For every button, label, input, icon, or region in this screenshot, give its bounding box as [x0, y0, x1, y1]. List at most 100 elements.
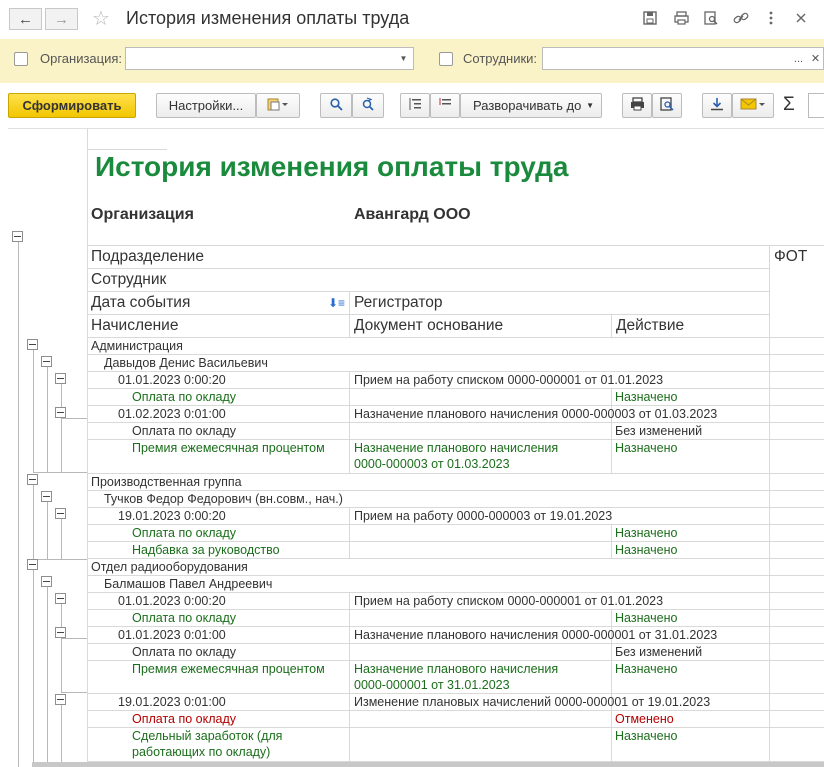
- list-item: Оплата по окладу: [132, 645, 237, 659]
- chevron-down-icon: ▼: [586, 101, 594, 110]
- header-fot: ФОТ: [774, 248, 808, 265]
- search-button[interactable]: [320, 93, 352, 118]
- organization-label: Организация:: [40, 51, 123, 66]
- collapse-toggle[interactable]: [41, 491, 52, 502]
- list-item: 01.01.2023 0:00:20: [118, 373, 226, 387]
- search-icon: [329, 97, 343, 114]
- list-item: Оплата по окладу: [132, 526, 237, 540]
- expand-groups-icon: [408, 97, 422, 114]
- settings-button[interactable]: Настройки...: [156, 93, 256, 118]
- employees-clear-button[interactable]: ✕: [808, 47, 824, 70]
- employees-select-button[interactable]: ...: [789, 47, 809, 70]
- collapse-toggle[interactable]: [41, 356, 52, 367]
- report-spreadsheet[interactable]: История изменения оплаты труда Организац…: [8, 128, 824, 767]
- arrow-left-icon: ←: [18, 10, 33, 28]
- header-department: Подразделение: [91, 248, 204, 265]
- list-item: Без изменений: [615, 645, 703, 659]
- organization-checkbox[interactable]: [14, 52, 28, 66]
- chevron-down-icon: ▼: [399, 54, 408, 63]
- list-item: Производственная группа: [91, 475, 242, 489]
- list-item: Давыдов Денис Васильевич: [104, 356, 268, 370]
- search-next-button[interactable]: [352, 93, 384, 118]
- gutter-border: [87, 129, 88, 767]
- preview-icon[interactable]: [702, 9, 720, 27]
- list-item: 0000-000001 от 31.01.2023: [354, 678, 510, 692]
- horizontal-scrollbar[interactable]: [32, 762, 824, 767]
- collapse-toggle[interactable]: [55, 593, 66, 604]
- header-action: Действие: [616, 317, 685, 334]
- sum-field[interactable]: [808, 93, 824, 118]
- list-item: Премия ежемесячная процентом: [132, 441, 325, 455]
- list-item: работающих по окладу): [132, 745, 271, 759]
- report-toolbar: Сформировать Настройки... Разворачивать …: [0, 88, 824, 124]
- link-icon[interactable]: [732, 9, 750, 27]
- download-icon: [710, 97, 724, 114]
- list-item: Назначено: [615, 526, 678, 540]
- sum-icon[interactable]: Σ: [783, 94, 795, 116]
- print-preview-button[interactable]: [652, 93, 682, 118]
- send-email-button[interactable]: [732, 93, 774, 118]
- list-item: Назначено: [615, 729, 678, 743]
- print-icon[interactable]: [672, 9, 690, 27]
- window-title: История изменения оплаты труда: [126, 8, 410, 28]
- organization-caption: Организация: [91, 206, 194, 223]
- organization-dropdown-button[interactable]: ▼: [394, 47, 414, 70]
- list-item: Тучков Федор Федорович (вн.совм., нач.): [104, 492, 343, 506]
- organization-value: Авангард ООО: [354, 206, 471, 223]
- sort-icon[interactable]: ⬇≡: [328, 296, 345, 310]
- header-registrar: Регистратор: [354, 294, 443, 311]
- forward-button[interactable]: →: [45, 8, 78, 30]
- list-item: Изменение плановых начислений 0000-00000…: [354, 695, 711, 709]
- arrow-right-icon: →: [54, 10, 69, 28]
- expand-all-button[interactable]: [400, 93, 430, 118]
- save-icon[interactable]: [641, 9, 659, 27]
- list-item: Оплата по окладу: [132, 611, 237, 625]
- collapse-toggle[interactable]: [55, 627, 66, 638]
- list-item: 0000-000003 от 01.03.2023: [354, 457, 510, 471]
- list-item: Назначено: [615, 543, 678, 557]
- list-item: Назначено: [615, 441, 678, 455]
- header-event-date: Дата события: [91, 294, 191, 311]
- list-item: Балмашов Павел Андреевич: [104, 577, 273, 591]
- save-to-file-button[interactable]: [702, 93, 732, 118]
- back-button[interactable]: ←: [9, 8, 42, 30]
- print-button[interactable]: [622, 93, 652, 118]
- employees-label: Сотрудники:: [463, 51, 538, 66]
- collapse-toggle[interactable]: [27, 474, 38, 485]
- collapse-toggle[interactable]: [12, 231, 23, 242]
- list-item: Без изменений: [615, 424, 703, 438]
- collapse-all-button[interactable]: [430, 93, 460, 118]
- list-item: Отменено: [615, 712, 674, 726]
- list-item: 19.01.2023 0:00:20: [118, 509, 226, 523]
- list-item: Оплата по окладу: [132, 390, 237, 404]
- favorite-star-icon[interactable]: ☆: [92, 6, 110, 31]
- list-item: 19.01.2023 0:01:00: [118, 695, 226, 709]
- list-item: Прием на работу списком 0000-000001 от 0…: [354, 373, 664, 387]
- collapse-toggle[interactable]: [41, 576, 52, 587]
- list-item: Назначение планового начисления 0000-000…: [354, 407, 718, 421]
- title-bar: ← → ☆ История изменения оплаты труда: [0, 0, 824, 38]
- employees-input[interactable]: [542, 47, 790, 70]
- header-base-document: Документ основание: [354, 317, 504, 334]
- generate-button[interactable]: Сформировать: [8, 93, 136, 118]
- close-icon[interactable]: [792, 9, 810, 27]
- report-title: История изменения оплаты труда: [95, 151, 569, 182]
- list-item: Назначено: [615, 611, 678, 625]
- collapse-toggle[interactable]: [55, 508, 66, 519]
- collapse-toggle[interactable]: [27, 559, 38, 570]
- report-variant-icon: [267, 97, 289, 114]
- more-menu-icon[interactable]: [762, 9, 780, 27]
- collapse-toggle[interactable]: [27, 339, 38, 350]
- collapse-toggle[interactable]: [55, 373, 66, 384]
- organization-input[interactable]: [125, 47, 395, 70]
- header-employee: Сотрудник: [91, 271, 167, 288]
- collapse-toggle[interactable]: [55, 407, 66, 418]
- list-item: 01.01.2023 0:00:20: [118, 594, 226, 608]
- print-icon: [630, 97, 645, 114]
- variant-menu-button[interactable]: [256, 93, 300, 118]
- preview-icon: [660, 97, 674, 114]
- collapse-toggle[interactable]: [55, 694, 66, 705]
- list-item: Отдел радиооборудования: [91, 560, 248, 574]
- expand-to-dropdown[interactable]: Разворачивать до ▼: [460, 93, 602, 118]
- employees-checkbox[interactable]: [439, 52, 453, 66]
